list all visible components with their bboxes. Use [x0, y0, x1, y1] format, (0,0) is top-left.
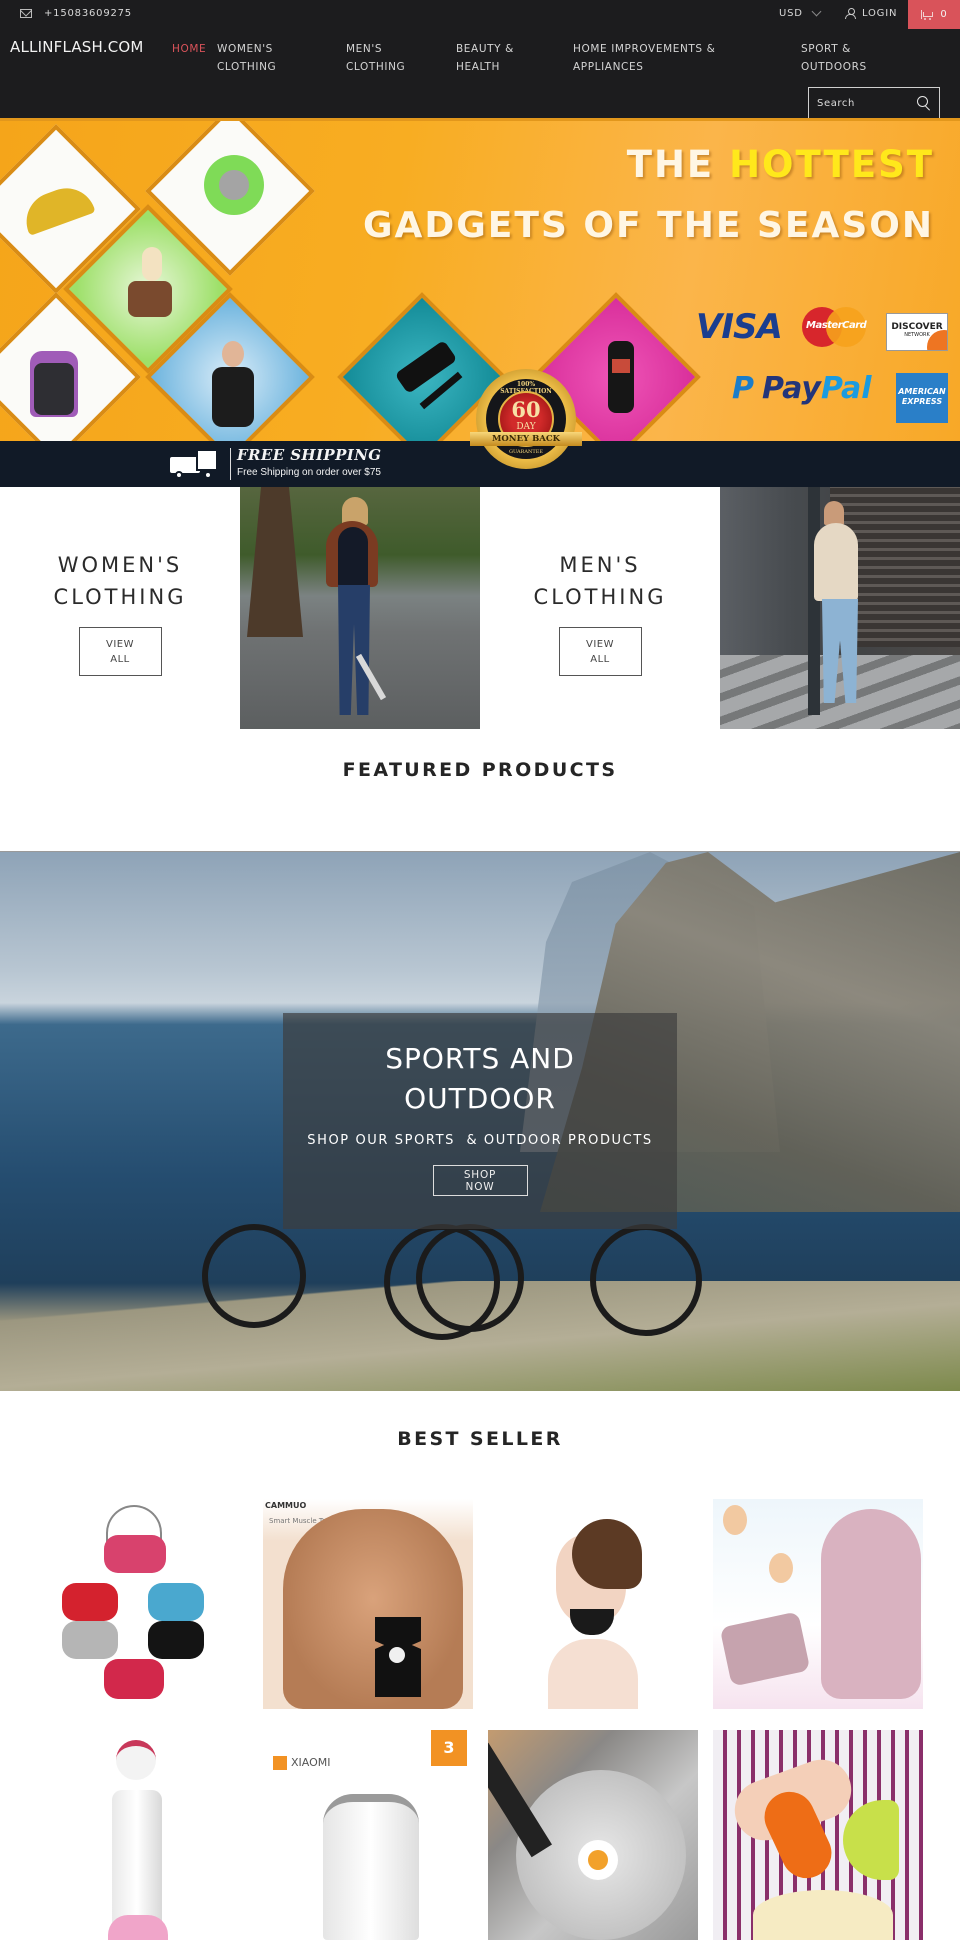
product-card-muscle-trainer[interactable]: CAMMUO Smart Muscle Trainer	[263, 1499, 473, 1709]
search-box	[808, 87, 940, 118]
nav-item-beauty-health[interactable]: BEAUTY & HEALTH	[456, 40, 514, 76]
hero-title-line-2: GADGETS OF THE SEASON	[362, 205, 934, 246]
top-bar: +15083609275 USD LOGIN 0	[0, 0, 960, 29]
sports-overlay: SPORTS AND OUTDOOR SHOP OUR SPORTS & OUT…	[283, 1013, 677, 1229]
paypal-icon: P	[732, 371, 754, 406]
currency-label: USD	[779, 8, 803, 19]
mens-clothing-image[interactable]	[720, 487, 960, 729]
nav-item-home[interactable]: HOME	[172, 40, 206, 58]
seal-day: DAY	[516, 422, 536, 432]
shipping-title: FREE SHIPPING	[237, 446, 382, 464]
seal-bottom-text: GUARANTEE	[508, 449, 544, 455]
money-back-seal: 100% SATISFACTION 60 DAY MONEY BACK GUAR…	[470, 369, 582, 469]
discover-logo: DISCOVER NETWORK	[886, 313, 948, 351]
chevron-down-icon	[811, 6, 822, 17]
divider	[230, 448, 231, 480]
product-card-ice-cream-maker[interactable]	[38, 1730, 248, 1940]
bike-wheel	[590, 1224, 702, 1336]
amex-logo: AMERICAN EXPRESS	[896, 373, 948, 423]
currency-selector[interactable]: USD	[779, 6, 822, 19]
hero-title-highlight: HOTTEST	[729, 143, 934, 186]
search-icon[interactable]	[917, 96, 930, 109]
product-card-chin-strap[interactable]	[488, 1499, 698, 1709]
nav-item-sport-outdoors[interactable]: SPORT & OUTDOORS	[801, 40, 867, 76]
featured-products-title: FEATURED PRODUCTS	[342, 759, 618, 781]
sports-outdoor-banner[interactable]: SPORTS AND OUTDOOR SHOP OUR SPORTS & OUT…	[0, 851, 960, 1391]
seal-number: 60	[511, 397, 541, 422]
hero-banner[interactable]: THE HOTTEST GADGETS OF THE SEASON VISA M…	[0, 118, 960, 487]
product-card-xiaomi-kettle[interactable]: XIAOMI 3	[263, 1730, 473, 1940]
best-seller-grid: CAMMUO Smart Muscle Trainer XIAOMI 3	[0, 1499, 960, 1940]
product-card-spiralizer[interactable]	[713, 1730, 923, 1940]
category-womens: WOMEN'S CLOTHING VIEW ALL	[0, 487, 240, 729]
login-label: LOGIN	[862, 8, 898, 19]
nav-item-womens-clothing[interactable]: WOMEN'S CLOTHING	[217, 40, 276, 76]
paypal-logo: P PayPal	[732, 371, 872, 406]
shop-now-button[interactable]: SHOP NOW	[432, 1165, 528, 1196]
phone-number[interactable]: +15083609275	[44, 8, 132, 19]
nav-item-mens-clothing[interactable]: MEN'S CLOTHING	[346, 40, 405, 76]
phone-contact[interactable]: +15083609275	[20, 8, 132, 19]
category-mens: MEN'S CLOTHING VIEW ALL	[480, 487, 720, 729]
search-input[interactable]	[817, 97, 912, 109]
womens-clothing-image[interactable]	[240, 487, 480, 729]
best-seller-section: BEST SELLER	[0, 1391, 960, 1499]
user-icon	[845, 8, 856, 19]
featured-products-section: FEATURED PRODUCTS	[0, 729, 960, 851]
shipping-subtitle: Free Shipping on order over $75	[237, 467, 381, 478]
cart-count: 0	[940, 9, 947, 20]
view-all-womens-button[interactable]: VIEW ALL	[78, 627, 162, 676]
sports-subtitle: SHOP OUR SPORTS & OUTDOOR PRODUCTS	[307, 1133, 653, 1148]
product-card-egg-spatula[interactable]	[488, 1730, 698, 1940]
cart-button[interactable]: 0	[908, 0, 960, 29]
nav-item-home-improvements[interactable]: HOME IMPROVEMENTS & APPLIANCES	[573, 40, 715, 76]
bike-wheel	[202, 1224, 306, 1328]
product-card-sleep-mask[interactable]	[38, 1499, 248, 1709]
seal-ribbon: MONEY BACK	[470, 432, 582, 446]
truck-icon	[170, 449, 222, 479]
category-row: WOMEN'S CLOTHING VIEW ALL MEN'S CLOTHING…	[0, 487, 960, 729]
sports-title: SPORTS AND OUTDOOR	[385, 1042, 575, 1115]
login-link[interactable]: LOGIN	[845, 8, 897, 19]
mail-icon	[20, 9, 32, 18]
visa-logo: VISA	[696, 307, 783, 347]
view-all-mens-button[interactable]: VIEW ALL	[558, 627, 642, 676]
mastercard-logo: MasterCard	[802, 307, 867, 347]
best-seller-title: BEST SELLER	[397, 1428, 563, 1450]
main-nav: HOME WOMEN'S CLOTHING MEN'S CLOTHING BEA…	[0, 40, 960, 80]
bike-wheel	[416, 1224, 524, 1332]
product-card-face-mask[interactable]	[713, 1499, 923, 1709]
category-title: MEN'S CLOTHING	[533, 553, 667, 609]
cart-icon	[921, 10, 934, 20]
category-title: WOMEN'S CLOTHING	[53, 553, 187, 609]
site-header: +15083609275 USD LOGIN 0 ALLINFLASH.COM …	[0, 0, 960, 118]
hero-title-line-1: THE HOTTEST	[626, 143, 934, 186]
free-shipping-bar: FREE SHIPPING Free Shipping on order ove…	[0, 441, 960, 487]
